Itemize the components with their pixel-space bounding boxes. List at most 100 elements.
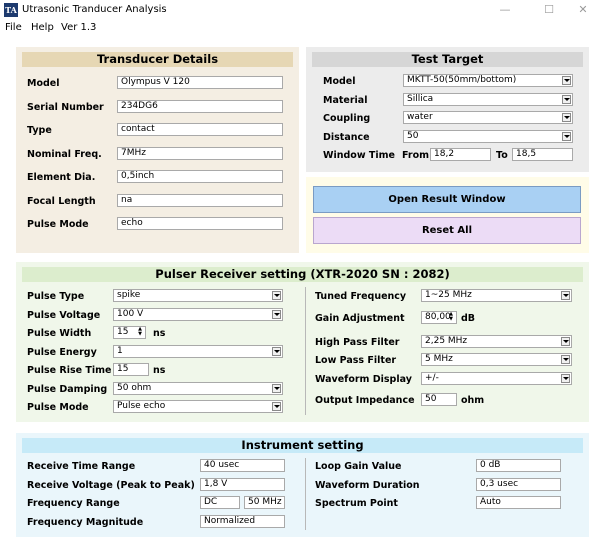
instrument-setting-header: Instrument setting bbox=[22, 438, 583, 453]
pulser-pulse-mode-select[interactable]: Pulse echo bbox=[113, 400, 283, 413]
maximize-button[interactable]: ☐ bbox=[534, 2, 564, 18]
menu-help[interactable]: Help bbox=[31, 22, 54, 33]
window-time-to-input[interactable]: 18,5 bbox=[512, 148, 573, 161]
menu-version[interactable]: Ver 1.3 bbox=[61, 22, 96, 33]
transducer-serial-number-label: Serial Number bbox=[27, 101, 104, 113]
transducer-nominal-freq-field: 7MHz bbox=[117, 146, 283, 160]
pulser-pulse-width-label: Pulse Width bbox=[27, 328, 92, 339]
pulser-gain-adjustment-unit: dB bbox=[461, 313, 476, 324]
target-material-select[interactable]: Sillica bbox=[403, 92, 573, 106]
chevron-down-icon[interactable] bbox=[561, 291, 570, 300]
spin-down-icon[interactable]: ▼ bbox=[136, 332, 144, 337]
instrument-frequency-range-field-2: 50 MHz bbox=[244, 496, 285, 509]
chevron-down-icon[interactable] bbox=[272, 291, 281, 300]
test-target-panel: Test Target Model MKTT-50(50mm/bottom) Mat… bbox=[306, 47, 589, 172]
instrument-receive-time-range-label: Receive Time Range bbox=[27, 461, 136, 472]
instrument-spectrum-point-field: Auto bbox=[476, 496, 561, 509]
minimize-button[interactable]: — bbox=[490, 2, 520, 18]
pulser-tuned-frequency-label: Tuned Frequency bbox=[315, 291, 407, 302]
target-model-select[interactable]: MKTT-50(50mm/bottom) bbox=[403, 74, 573, 87]
spin-down-icon[interactable]: ▼ bbox=[447, 317, 455, 322]
pulser-pulse-damping-select[interactable]: 50 ohm bbox=[113, 381, 283, 395]
instrument-receive-time-range-field: 40 usec bbox=[200, 459, 285, 472]
transducer-nominal-freq-label: Nominal Freq. bbox=[27, 148, 102, 160]
pulser-output-impedance-input[interactable]: 50 bbox=[421, 393, 457, 406]
pulser-waveform-display-select-value: +/- bbox=[425, 373, 439, 383]
chevron-down-icon[interactable] bbox=[272, 346, 281, 356]
spin-buttons[interactable]: ▲ ▼ bbox=[447, 312, 455, 323]
pulser-pulse-rise-time-input[interactable]: 15 bbox=[113, 363, 149, 376]
pulser-pulse-energy-select[interactable]: 1 bbox=[113, 344, 283, 358]
pulser-receiver-header: Pulser Receiver setting (XTR-2020 SN : 2… bbox=[22, 267, 583, 282]
pulser-receiver-panel: Pulser Receiver setting (XTR-2020 SN : 2… bbox=[16, 262, 589, 422]
instrument-spectrum-point-label: Spectrum Point bbox=[315, 498, 398, 509]
chevron-down-icon[interactable] bbox=[272, 383, 281, 393]
instrument-loop-gain-value-label: Loop Gain Value bbox=[315, 461, 402, 472]
instrument-receive-voltage-peak-to-peak-label: Receive Voltage (Peak to Peak) bbox=[27, 479, 195, 491]
pulser-divider bbox=[305, 287, 306, 415]
pulser-pulse-rise-time-unit: ns bbox=[153, 365, 166, 376]
window-time-from-input[interactable]: 18,2 bbox=[430, 148, 491, 161]
menu-bar: File Help Ver 1.3 bbox=[0, 20, 600, 36]
open-result-window-button[interactable]: Open Result Window bbox=[313, 186, 581, 213]
pulser-pulse-damping-select-value: 50 ohm bbox=[117, 382, 152, 393]
transducer-element-dia-label: Element Dia. bbox=[27, 172, 96, 183]
pulser-waveform-display-select[interactable]: +/- bbox=[421, 372, 572, 385]
pulser-pulse-type-select[interactable]: spike bbox=[113, 289, 283, 302]
pulser-pulse-type-select-value: spike bbox=[117, 290, 141, 300]
pulser-pulse-width-stepper[interactable]: 15 ▲ ▼ bbox=[113, 326, 146, 339]
pulser-low-pass-filter-select[interactable]: 5 MHz bbox=[421, 353, 572, 366]
target-coupling-select[interactable]: water bbox=[403, 111, 573, 124]
pulser-pulse-mode-select-value: Pulse echo bbox=[117, 401, 166, 411]
target-distance-label: Distance bbox=[323, 131, 370, 143]
target-distance-select[interactable]: 50 bbox=[403, 129, 573, 143]
chevron-down-icon[interactable] bbox=[562, 76, 571, 85]
menu-file[interactable]: File bbox=[5, 22, 22, 33]
chevron-down-icon[interactable] bbox=[561, 337, 570, 346]
target-distance-select-value: 50 bbox=[407, 130, 419, 141]
instrument-frequency-magnitude-field: Normalized bbox=[200, 514, 285, 528]
pulser-pulse-mode-label: Pulse Mode bbox=[27, 402, 89, 413]
transducer-type-label: Type bbox=[27, 125, 52, 136]
chevron-down-icon[interactable] bbox=[272, 309, 281, 319]
transducer-focal-length-label: Focal Length bbox=[27, 195, 96, 207]
instrument-setting-panel: Instrument setting Receive Time Range 40 … bbox=[16, 433, 589, 537]
window-time-to-label: To bbox=[496, 150, 508, 161]
chevron-down-icon[interactable] bbox=[561, 355, 570, 364]
transducer-model-field: Olympus V 120 bbox=[117, 76, 283, 89]
target-coupling-select-value: water bbox=[407, 112, 433, 122]
instrument-receive-voltage-peak-to-peak-field: 1,8 V bbox=[200, 477, 285, 491]
instrument-frequency-range-field: DC bbox=[200, 496, 240, 509]
pulser-pulse-energy-label: Pulse Energy bbox=[27, 346, 97, 358]
chevron-down-icon[interactable] bbox=[562, 131, 571, 141]
chevron-down-icon[interactable] bbox=[562, 94, 571, 104]
window-title: Utrasonic Tranducer Analysis bbox=[22, 4, 167, 15]
transducer-model-label: Model bbox=[27, 78, 60, 89]
close-button[interactable]: ✕ bbox=[568, 2, 598, 18]
instrument-loop-gain-value-field: 0 dB bbox=[476, 459, 561, 472]
spin-buttons[interactable]: ▲ ▼ bbox=[136, 327, 144, 338]
pulser-high-pass-filter-select[interactable]: 2,25 MHz bbox=[421, 335, 572, 348]
pulser-gain-adjustment-stepper[interactable]: 80,00 ▲ ▼ bbox=[421, 311, 457, 324]
pulser-pulse-voltage-label: Pulse Voltage bbox=[27, 309, 101, 321]
instrument-frequency-range-label: Frequency Range bbox=[27, 498, 120, 509]
instrument-waveform-duration-field: 0,3 usec bbox=[476, 477, 561, 491]
instrument-frequency-magnitude-label: Frequency Magnitude bbox=[27, 516, 144, 528]
chevron-down-icon[interactable] bbox=[272, 402, 281, 411]
pulser-tuned-frequency-select[interactable]: 1~25 MHz bbox=[421, 289, 572, 302]
pulser-low-pass-filter-select-value: 5 MHz bbox=[425, 354, 453, 364]
pulser-pulse-type-label: Pulse Type bbox=[27, 291, 85, 302]
transducer-pulse-mode-label: Pulse Mode bbox=[27, 219, 89, 230]
pulser-pulse-rise-time-label: Pulse Rise Time bbox=[27, 365, 112, 376]
pulser-high-pass-filter-select-value: 2,25 MHz bbox=[425, 336, 468, 346]
window-time-label: Window Time bbox=[323, 150, 395, 161]
transducer-serial-number-field: 234DG6 bbox=[117, 99, 283, 113]
pulser-output-impedance-unit: ohm bbox=[461, 395, 485, 406]
pulser-pulse-energy-select-value: 1 bbox=[117, 345, 123, 356]
reset-all-button[interactable]: Reset All bbox=[313, 217, 581, 244]
chevron-down-icon[interactable] bbox=[562, 113, 571, 122]
pulser-low-pass-filter-label: Low Pass Filter bbox=[315, 355, 397, 366]
pulser-pulse-voltage-select[interactable]: 100 V bbox=[113, 307, 283, 321]
chevron-down-icon[interactable] bbox=[561, 374, 570, 383]
transducer-pulse-mode-field: echo bbox=[117, 217, 283, 230]
